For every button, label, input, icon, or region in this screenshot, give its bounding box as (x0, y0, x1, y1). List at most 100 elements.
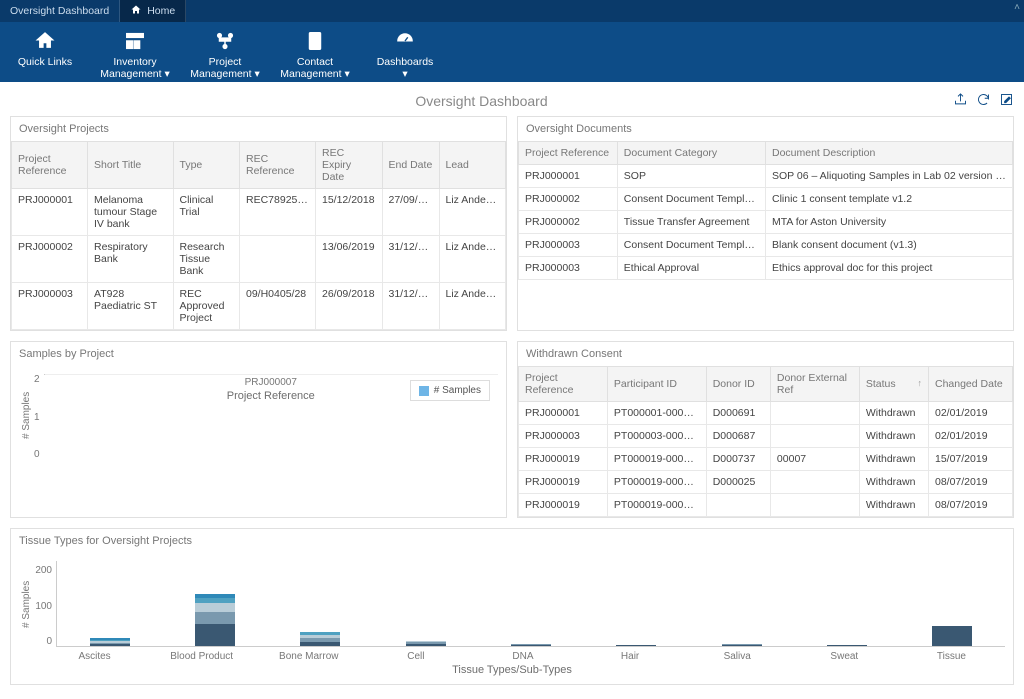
column-header[interactable]: Document Category (617, 142, 765, 165)
column-header[interactable]: Document Description (765, 142, 1012, 165)
refresh-icon[interactable] (976, 92, 991, 110)
cell: 15/12/2018 (316, 189, 383, 236)
documents-table[interactable]: Project ReferenceDocument CategoryDocume… (518, 141, 1013, 280)
column-header[interactable]: Donor External Ref (770, 367, 859, 402)
x-tick-label: Cell (362, 647, 469, 662)
tab-home[interactable]: Home (120, 0, 186, 22)
x-tick-label: Saliva (684, 647, 791, 662)
cell: Research Tissue Bank (173, 236, 240, 283)
tissue-bar-tissue[interactable] (900, 626, 1005, 646)
samples-chart[interactable]: # Samples (44, 374, 498, 375)
panel-withdrawn-consent: Withdrawn Consent Project ReferenceParti… (517, 341, 1014, 518)
chart-legend: # Samples (410, 380, 490, 401)
cell (240, 236, 316, 283)
tab-oversight-dashboard[interactable]: Oversight Dashboard (0, 0, 120, 22)
tab-strip-caret-icon[interactable]: ˄ (1014, 2, 1020, 13)
tissue-bar-hair[interactable] (584, 645, 689, 646)
cell: 00007 (770, 448, 859, 471)
cell: Respiratory Bank (88, 236, 174, 283)
column-header[interactable]: End Date (382, 142, 439, 189)
x-axis-label: Tissue Types/Sub-Types (19, 664, 1005, 676)
panel-oversight-documents: Oversight Documents Project ReferenceDoc… (517, 116, 1014, 331)
column-header[interactable]: Changed Date (928, 367, 1012, 402)
table-row[interactable]: PRJ000003PT000003-000004D000687Withdrawn… (519, 425, 1013, 448)
cell: PRJ000019 (519, 494, 608, 517)
column-header[interactable]: Short Title (88, 142, 174, 189)
cell (770, 471, 859, 494)
column-header[interactable]: Project Reference (519, 367, 608, 402)
table-row[interactable]: PRJ000001SOPSOP 06 – Aliquoting Samples … (519, 165, 1013, 188)
table-row[interactable]: PRJ000019PT000019-000007D000025Withdrawn… (519, 471, 1013, 494)
column-header[interactable]: Type (173, 142, 240, 189)
column-header[interactable]: REC Expiry Date (316, 142, 383, 189)
withdrawn-table[interactable]: Project ReferenceParticipant IDDonor IDD… (518, 366, 1013, 517)
tissue-chart[interactable] (56, 561, 1005, 647)
ribbon-project-management[interactable]: Project Management ▾ (180, 26, 270, 82)
column-header[interactable]: REC Reference (240, 142, 316, 189)
title-actions (953, 92, 1014, 110)
tissue-bar-bone-marrow[interactable] (268, 632, 373, 646)
cell: Withdrawn (859, 471, 928, 494)
cell: PRJ000001 (519, 165, 618, 188)
tissue-bar-cell[interactable] (373, 641, 478, 646)
x-tick-label: Tissue (898, 647, 1005, 662)
table-row[interactable]: PRJ000003Ethical ApprovalEthics approval… (519, 257, 1013, 280)
y-ticks: 210 (34, 374, 44, 460)
cell: 31/12/2018 (382, 236, 439, 283)
cell: Blank consent document (v1.3) (765, 234, 1012, 257)
cell: 08/07/2019 (928, 471, 1012, 494)
cell: PRJ000001 (12, 189, 88, 236)
cell: Clinical Trial (173, 189, 240, 236)
inventory-icon (90, 28, 180, 54)
cell: PT000003-000004 (607, 425, 706, 448)
table-row[interactable]: PRJ000019PT000019-000008Withdrawn08/07/2… (519, 494, 1013, 517)
cell: 15/07/2019 (928, 448, 1012, 471)
table-row[interactable]: PRJ000001PT000001-000004D000691Withdrawn… (519, 402, 1013, 425)
projects-table[interactable]: Project ReferenceShort TitleTypeREC Refe… (11, 141, 506, 330)
tissue-bar-blood-product[interactable] (162, 594, 267, 646)
cell: 08/07/2019 (928, 494, 1012, 517)
ribbon-quick-links[interactable]: Quick Links (0, 26, 90, 82)
cell: PRJ000002 (12, 236, 88, 283)
table-row[interactable]: PRJ000002Tissue Transfer AgreementMTA fo… (519, 211, 1013, 234)
table-row[interactable]: PRJ000001Melanoma tumour Stage IV bankCl… (12, 189, 506, 236)
cell: MTA for Aston University (765, 211, 1012, 234)
column-header[interactable]: Lead (439, 142, 506, 189)
column-header[interactable]: Donor ID (706, 367, 770, 402)
cell: Consent Document Templa… (617, 188, 765, 211)
cell: AT928 Paediatric ST (88, 283, 174, 330)
ribbon: Quick Links Inventory Management ▾ Proje… (0, 22, 1024, 82)
ribbon-inventory-management[interactable]: Inventory Management ▾ (90, 26, 180, 82)
cell: PRJ000003 (519, 425, 608, 448)
cell: D000687 (706, 425, 770, 448)
table-row[interactable]: PRJ000002Consent Document Templa…Clinic … (519, 188, 1013, 211)
cell: PRJ000002 (519, 211, 618, 234)
content: Oversight Dashboard Oversight Projects P… (0, 82, 1024, 699)
x-tick-label: Ascites (41, 647, 148, 662)
x-tick-label: Bone Marrow (255, 647, 362, 662)
column-header[interactable]: Project Reference (12, 142, 88, 189)
column-header[interactable]: Project Reference (519, 142, 618, 165)
home-icon (130, 4, 142, 19)
panel-tissue-types: Tissue Types for Oversight Projects # Sa… (10, 528, 1014, 685)
tissue-bar-saliva[interactable] (689, 644, 794, 646)
tissue-bar-dna[interactable] (478, 644, 583, 646)
edit-icon[interactable] (999, 92, 1014, 110)
cell: 09/H0405/28 (240, 283, 316, 330)
cell: Ethical Approval (617, 257, 765, 280)
cell: Tissue Transfer Agreement (617, 211, 765, 234)
tissue-bar-ascites[interactable] (57, 638, 162, 646)
tissue-bar-sweat[interactable] (794, 645, 899, 646)
cell: PT000001-000004 (607, 402, 706, 425)
table-row[interactable]: PRJ000002Respiratory BankResearch Tissue… (12, 236, 506, 283)
ribbon-contact-management[interactable]: Contact Management ▾ (270, 26, 360, 82)
table-row[interactable]: PRJ000003AT928 Paediatric STREC Approved… (12, 283, 506, 330)
table-row[interactable]: PRJ000019PT000019-000001D00073700007With… (519, 448, 1013, 471)
table-row[interactable]: PRJ000003Consent Document Templa…Blank c… (519, 234, 1013, 257)
export-icon[interactable] (953, 92, 968, 110)
cell: Withdrawn (859, 402, 928, 425)
column-header[interactable]: Participant ID (607, 367, 706, 402)
column-header[interactable]: Status↑ (859, 367, 928, 402)
cell (706, 494, 770, 517)
ribbon-dashboards[interactable]: Dashboards ▾ (360, 26, 450, 82)
